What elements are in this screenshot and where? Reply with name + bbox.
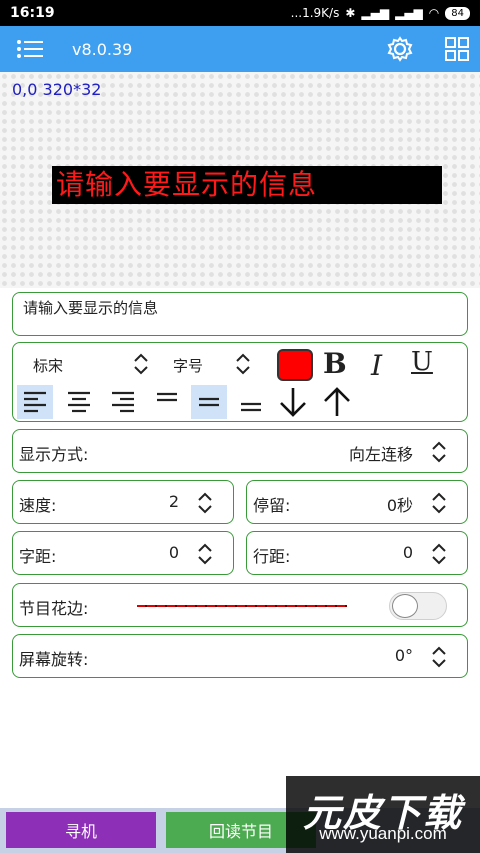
signal-icon: ▂▄▆: [361, 6, 390, 20]
valign-bottom-icon: [241, 402, 261, 412]
app-version: v8.0.39: [72, 39, 133, 59]
arrow-up-icon: [324, 387, 350, 416]
format-panel: 标宋 字号 B I U: [12, 342, 468, 422]
italic-button[interactable]: I: [371, 349, 382, 382]
speed-value[interactable]: 2: [169, 492, 179, 511]
message-input[interactable]: 请输入要显示的信息: [12, 292, 468, 336]
stay-row[interactable]: 停留: 0秒: [246, 480, 468, 524]
valign-bottom-button[interactable]: [233, 385, 269, 419]
grid-icon[interactable]: [444, 36, 470, 62]
menu-button[interactable]: [0, 26, 60, 72]
move-down-button[interactable]: [275, 385, 311, 419]
display-mode-row[interactable]: 显示方式: 向左连移: [12, 429, 468, 473]
network-speed: ...1.9K/s: [290, 6, 340, 20]
font-name-updown-icon[interactable]: [131, 352, 151, 376]
font-size-updown-icon[interactable]: [233, 352, 253, 376]
border-row[interactable]: 节目花边:: [12, 583, 468, 627]
display-mode-updown-icon[interactable]: [429, 440, 449, 464]
battery-icon: 84: [445, 6, 470, 20]
move-up-button[interactable]: [319, 385, 355, 419]
watermark-url: www.yuanpi.com: [319, 824, 447, 843]
stay-updown-icon[interactable]: [429, 491, 449, 515]
preview-coordinates: 0,0 320*32: [12, 80, 102, 99]
gear-icon[interactable]: [386, 36, 414, 62]
align-left-icon: [24, 391, 46, 413]
char-spacing-row[interactable]: 字距: 0: [12, 531, 234, 575]
bold-button[interactable]: B: [323, 347, 347, 380]
valign-middle-button[interactable]: [191, 385, 227, 419]
align-right-icon: [112, 391, 134, 413]
char-spacing-value[interactable]: 0: [169, 543, 179, 562]
rotation-value[interactable]: 0°: [395, 646, 413, 665]
stay-value[interactable]: 0秒: [387, 492, 413, 516]
led-preview-area[interactable]: 0,0 320*32 请输入要显示的信息: [0, 72, 480, 288]
led-screen[interactable]: 请输入要显示的信息: [52, 166, 442, 204]
toggle-knob: [392, 594, 418, 618]
app-bar: v8.0.39: [0, 26, 480, 72]
font-name-select[interactable]: 标宋: [33, 355, 63, 376]
align-center-icon: [68, 391, 90, 413]
status-bar: 16:19 ...1.9K/s ✱ ▂▄▆ ▂▄▆ ◠ 84: [0, 0, 480, 26]
font-size-select[interactable]: 字号: [173, 355, 203, 376]
list-menu-icon: [17, 40, 43, 58]
display-mode-label: 显示方式:: [19, 445, 89, 464]
rotation-label: 屏幕旋转:: [19, 650, 89, 669]
bluetooth-icon: ✱: [345, 6, 356, 20]
align-left-button[interactable]: [17, 385, 53, 419]
border-toggle[interactable]: [389, 592, 447, 620]
signal-icon-2: ▂▄▆: [395, 6, 423, 20]
speed-label: 速度:: [19, 496, 57, 515]
text-color-button[interactable]: [277, 349, 313, 381]
status-time: 16:19: [10, 5, 55, 21]
border-preview-line[interactable]: [137, 605, 347, 607]
valign-top-button[interactable]: [149, 385, 185, 419]
wifi-icon: ◠: [428, 6, 440, 20]
align-center-button[interactable]: [61, 385, 97, 419]
border-label: 节目花边:: [19, 599, 89, 618]
stay-label: 停留:: [253, 496, 291, 515]
valign-middle-icon: [199, 397, 219, 407]
char-spacing-updown-icon[interactable]: [195, 542, 215, 566]
watermark: 元皮下载 www.yuanpi.com: [286, 776, 480, 853]
rotation-row[interactable]: 屏幕旋转: 0°: [12, 634, 468, 678]
line-spacing-row[interactable]: 行距: 0: [246, 531, 468, 575]
rotation-updown-icon[interactable]: [429, 645, 449, 669]
speed-row[interactable]: 速度: 2: [12, 480, 234, 524]
underline-button[interactable]: U: [411, 347, 433, 377]
line-spacing-value[interactable]: 0: [403, 543, 413, 562]
search-device-button[interactable]: 寻机: [6, 812, 156, 848]
arrow-down-icon: [280, 388, 306, 417]
align-right-button[interactable]: [105, 385, 141, 419]
display-mode-value[interactable]: 向左连移: [349, 441, 413, 465]
status-icons: ...1.9K/s ✱ ▂▄▆ ▂▄▆ ◠ 84: [291, 6, 470, 20]
char-spacing-label: 字距:: [19, 547, 57, 566]
line-spacing-updown-icon[interactable]: [429, 542, 449, 566]
speed-updown-icon[interactable]: [195, 491, 215, 515]
line-spacing-label: 行距:: [253, 547, 291, 566]
valign-top-icon: [157, 392, 177, 402]
